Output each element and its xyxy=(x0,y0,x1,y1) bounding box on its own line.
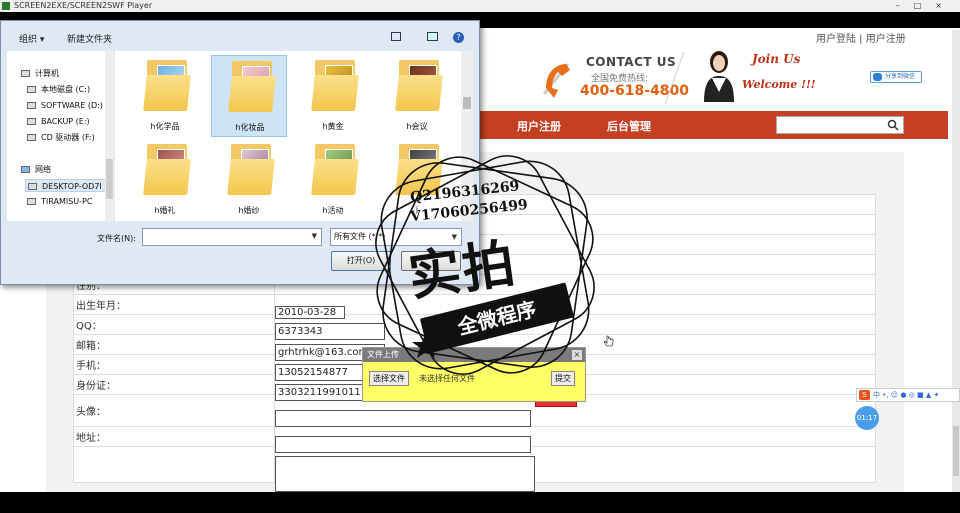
chevron-down-icon[interactable]: ▼ xyxy=(312,232,317,240)
drive-icon xyxy=(27,102,36,109)
tree-item-network[interactable]: 网络 xyxy=(21,163,51,176)
mouse-cursor-icon xyxy=(604,335,614,347)
folder-name: h婚纱 xyxy=(238,206,260,215)
address-field[interactable] xyxy=(275,436,531,453)
tree-scrollbar-thumb[interactable] xyxy=(106,159,113,199)
folder-icon xyxy=(311,159,359,195)
label-email: 邮箱： xyxy=(73,334,275,355)
folder-name: h黄金 xyxy=(322,122,344,131)
folder-icon xyxy=(228,76,276,112)
folder-name: h活动 xyxy=(322,206,344,215)
tree-item-drive-d[interactable]: SOFTWARE (D:) xyxy=(27,99,103,112)
folder-name: h化学品 xyxy=(150,122,180,131)
folder-name: h婚礼 xyxy=(154,206,176,215)
search-icon[interactable] xyxy=(887,119,899,131)
folder-item[interactable]: h黄金 xyxy=(295,55,371,137)
nav-item-admin[interactable]: 后台管理 xyxy=(607,118,651,134)
qq-field[interactable]: 6373343 xyxy=(275,323,385,340)
ime-toolbar[interactable]: S 中 •, ☺ ● ◎ ■ ▲ ✦ xyxy=(856,388,960,402)
folder-icon xyxy=(143,159,191,195)
close-icon[interactable]: × xyxy=(935,1,956,10)
folder-item[interactable]: h会议 xyxy=(379,55,455,137)
label-address: 地址： xyxy=(73,426,275,447)
player-title-bar: SCREEN2EXE/SCREEN2SWF Player –□× xyxy=(0,0,960,12)
tree-item-tiramisu-pc[interactable]: TIRAMISU-PC xyxy=(27,195,92,208)
navigation-tree: 计算机 本地磁盘 (C:) SOFTWARE (D:) BACKUP (E:) … xyxy=(7,51,111,221)
folder-item-selected[interactable]: h化妆品 xyxy=(211,55,287,137)
dialog-toolbar: 组织 ▾ 新建文件夹 ? xyxy=(1,29,479,47)
tree-item-drive-e[interactable]: BACKUP (E:) xyxy=(27,115,90,128)
page-scrollbar[interactable] xyxy=(952,30,960,492)
ime-tools[interactable]: 中 •, ☺ ● ◎ ■ ▲ ✦ xyxy=(873,391,939,399)
tree-item-drive-f[interactable]: CD 驱动器 (F:) xyxy=(27,131,95,144)
network-icon xyxy=(21,166,30,173)
avatar-path-field[interactable] xyxy=(275,410,531,427)
folder-name: h化妆品 xyxy=(235,123,265,132)
folder-name: h会议 xyxy=(406,122,428,131)
drive-icon xyxy=(27,86,36,93)
cloud-icon xyxy=(873,73,882,81)
folder-icon xyxy=(227,159,275,195)
files-scrollbar-thumb[interactable] xyxy=(463,97,471,109)
folder-icon xyxy=(395,75,443,111)
player-app-icon xyxy=(2,2,10,10)
model-photo xyxy=(704,51,734,102)
folder-item[interactable]: h婚礼 xyxy=(127,139,203,221)
share-button[interactable]: 分享到微信 xyxy=(870,71,922,83)
welcome-text: Welcome !!! xyxy=(742,78,816,91)
organize-button[interactable]: 组织 ▾ xyxy=(19,32,44,45)
folder-item[interactable]: h活动 xyxy=(295,139,371,221)
window-controls[interactable]: –□× xyxy=(896,0,956,12)
pc-icon xyxy=(28,183,37,190)
maximize-icon[interactable]: □ xyxy=(914,1,936,10)
label-avatar: 头像： xyxy=(73,394,275,427)
folder-icon xyxy=(311,75,359,111)
pc-icon xyxy=(27,198,36,205)
minimize-icon[interactable]: – xyxy=(896,1,914,10)
drive-icon xyxy=(27,118,36,125)
screen: SCREEN2EXE/SCREEN2SWF Player –□× 用户登陆 | … xyxy=(0,0,960,513)
help-icon[interactable]: ? xyxy=(453,32,464,43)
label-idcard: 身份证： xyxy=(73,374,275,395)
search-input[interactable] xyxy=(776,116,904,134)
tree-item-drive-c[interactable]: 本地磁盘 (C:) xyxy=(27,83,90,96)
view-options-icon[interactable] xyxy=(391,32,401,41)
folder-item[interactable]: h化学品 xyxy=(127,55,203,137)
tree-item-computer[interactable]: 计算机 xyxy=(21,67,59,80)
label-birth: 出生年月： xyxy=(73,294,275,315)
player-bottom-bar xyxy=(0,492,960,513)
filename-input[interactable]: ▼ xyxy=(142,228,322,246)
player-title: SCREEN2EXE/SCREEN2SWF Player xyxy=(14,1,153,10)
birth-field[interactable]: 2010-03-28 xyxy=(275,306,345,319)
folder-icon xyxy=(143,75,191,111)
recording-timer: 01:17 xyxy=(855,406,879,430)
cd-drive-icon xyxy=(27,134,36,141)
share-label: 分享到微信 xyxy=(885,73,916,80)
contact-phone: 400-618-4800 xyxy=(580,83,690,99)
sogou-icon: S xyxy=(859,390,870,400)
top-links[interactable]: 用户登陆 | 用户注册 xyxy=(816,30,906,45)
nav-item-register[interactable]: 用户注册 xyxy=(517,118,561,134)
contact-title: CONTACT US xyxy=(586,55,677,69)
new-folder-button[interactable]: 新建文件夹 xyxy=(67,32,112,45)
label-qq: QQ： xyxy=(73,314,275,335)
computer-icon xyxy=(21,70,30,77)
tree-scrollbar[interactable] xyxy=(105,51,114,221)
filename-label: 文件名(N): xyxy=(97,234,136,243)
join-us-text: Join Us xyxy=(752,52,801,66)
folder-item[interactable]: h婚纱 xyxy=(211,139,287,221)
page-scrollbar-thumb[interactable] xyxy=(953,426,959,476)
label-phone: 手机： xyxy=(73,354,275,375)
preview-pane-icon[interactable] xyxy=(427,32,438,41)
tree-item-desktop-pc[interactable]: DESKTOP-OD7I xyxy=(25,179,111,192)
remarks-textarea[interactable] xyxy=(275,456,535,492)
phone-icon xyxy=(542,63,570,98)
